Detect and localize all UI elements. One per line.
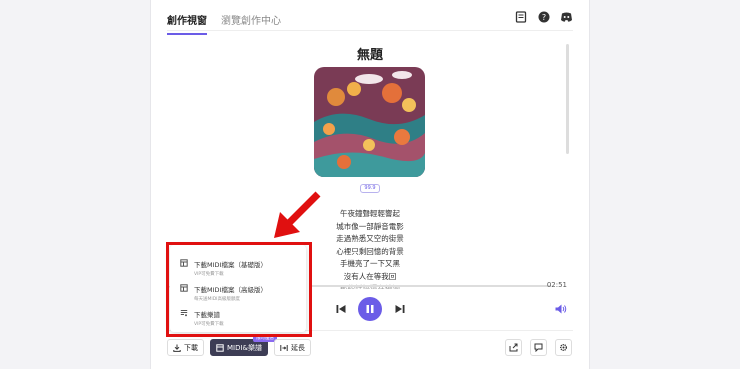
gear-icon: [560, 344, 567, 351]
skip-forward-icon: [395, 305, 405, 313]
file-icon: [216, 343, 224, 352]
arrow-icon: [274, 191, 321, 238]
song-tag: 99.9: [360, 184, 380, 193]
comment-icon: [534, 343, 543, 352]
pause-icon: [366, 305, 374, 313]
volume-button[interactable]: [553, 301, 569, 317]
time-end: 02:51: [546, 281, 567, 289]
extend-icon: [280, 344, 288, 351]
document-icon[interactable]: [514, 10, 527, 23]
skip-back-icon: [336, 305, 346, 313]
progress-bar[interactable]: [310, 285, 551, 287]
lyric-line: 城市像一部靜音電影: [336, 221, 404, 231]
share-button[interactable]: [505, 339, 522, 356]
volume-icon: [555, 304, 567, 314]
svg-text:?: ?: [541, 13, 545, 22]
midi-sheet-label: MIDI&樂譜: [227, 343, 263, 352]
help-icon[interactable]: ?: [537, 10, 550, 23]
settings-button[interactable]: [555, 339, 572, 356]
share-icon: [509, 343, 518, 352]
song-title: 無題: [356, 48, 383, 63]
next-button[interactable]: [394, 297, 406, 321]
download-button[interactable]: 下載: [167, 339, 204, 356]
lyric-line: 午夜鐘聲輕輕響起: [340, 209, 400, 218]
album-cover: [314, 67, 425, 177]
previous-button[interactable]: [335, 297, 347, 321]
download-icon: [173, 344, 181, 352]
download-label: 下載: [184, 343, 198, 352]
extend-button[interactable]: 延長: [274, 339, 311, 356]
top-toolbar: ?: [514, 10, 573, 23]
highlight-box: [166, 242, 312, 337]
pause-button[interactable]: [358, 297, 382, 321]
comment-button[interactable]: [530, 339, 547, 356]
tab-divider: [167, 30, 573, 31]
discord-icon[interactable]: [560, 10, 573, 23]
extend-label: 延長: [291, 343, 305, 352]
